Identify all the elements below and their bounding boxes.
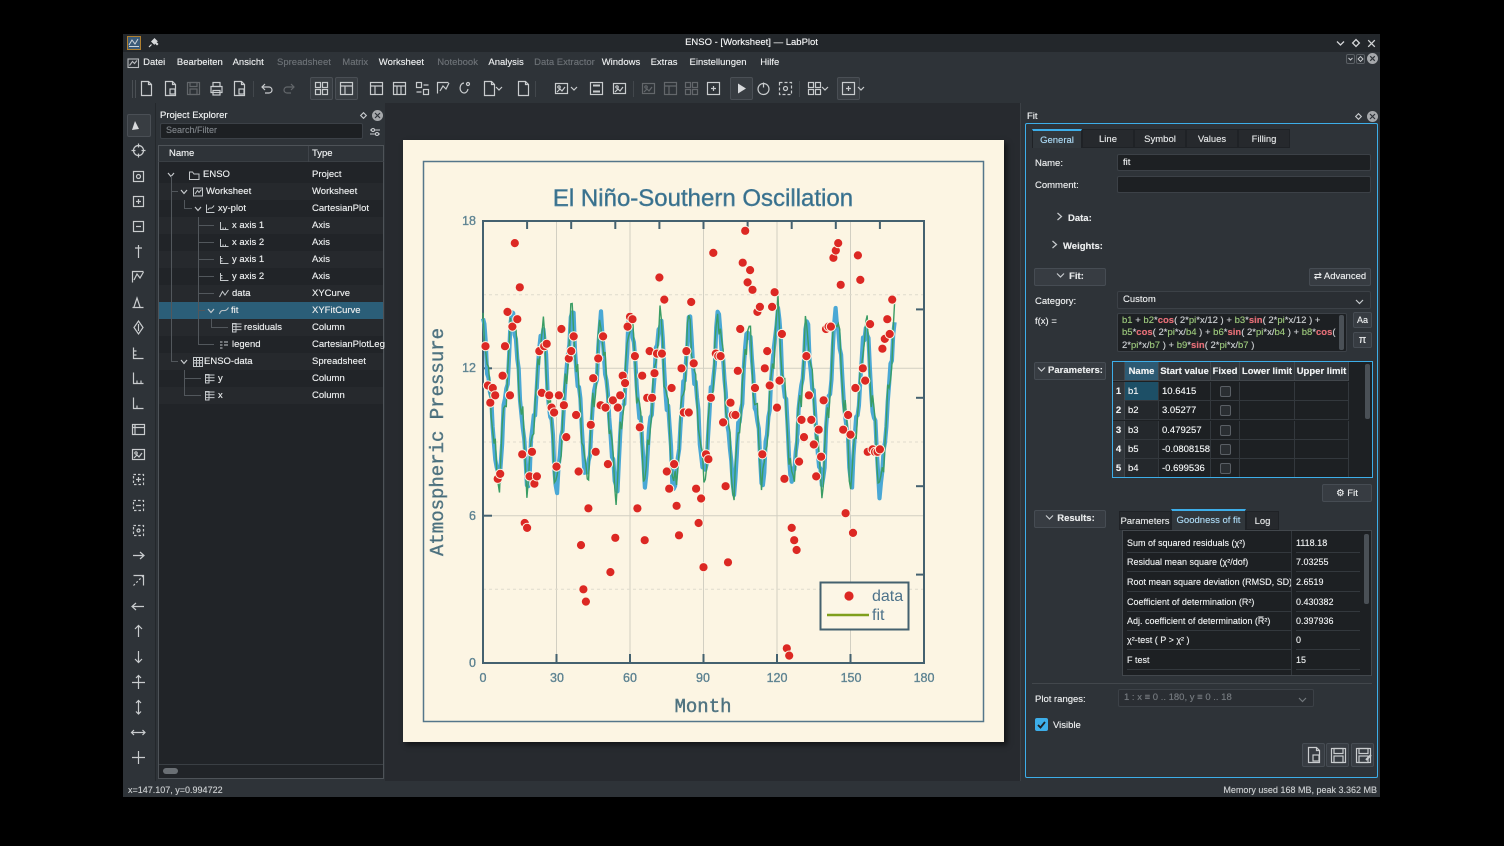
svg-text:fit: fit [872, 607, 885, 624]
svg-text:data: data [872, 588, 903, 605]
svg-text:6: 6 [469, 509, 476, 523]
svg-text:Atmospheric Pressure: Atmospheric Pressure [427, 328, 449, 556]
svg-text:150: 150 [841, 671, 862, 685]
svg-text:30: 30 [550, 671, 564, 685]
svg-text:0: 0 [480, 671, 487, 685]
svg-text:18: 18 [462, 214, 476, 228]
svg-text:120: 120 [767, 671, 788, 685]
svg-text:180: 180 [914, 671, 935, 685]
svg-text:0: 0 [469, 656, 476, 670]
svg-text:Month: Month [674, 696, 731, 718]
svg-text:90: 90 [696, 671, 710, 685]
svg-text:El Niño-Southern Oscillation: El Niño-Southern Oscillation [553, 185, 853, 212]
svg-text:60: 60 [623, 671, 637, 685]
svg-text:12: 12 [462, 361, 476, 375]
